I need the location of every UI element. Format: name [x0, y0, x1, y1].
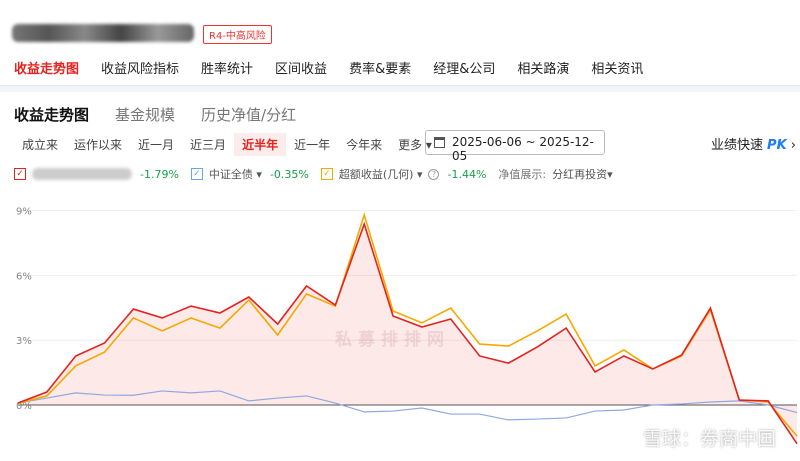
tab-4[interactable]: 费率&要素: [349, 58, 411, 88]
watermark: 雪球：券商中国: [642, 428, 776, 450]
tab-6[interactable]: 相关路演: [517, 58, 569, 88]
range-0[interactable]: 成立来: [14, 133, 66, 156]
nav-mode-dropdown[interactable]: 分红再投资▾: [552, 166, 613, 182]
watermark: 私募排排网: [335, 330, 450, 350]
range-2[interactable]: 近一月: [130, 133, 182, 156]
y-tick-label: 6%: [16, 271, 32, 282]
date-range: 2025-06-06 ~ 2025-12-05: [452, 135, 594, 163]
risk-badge: R4-中高风险: [203, 25, 272, 44]
range-selector: 成立来 运作以来 近一月 近三月 近半年 近一年 今年来 更多 ▾: [14, 133, 440, 156]
range-3[interactable]: 近三月: [182, 133, 234, 156]
calendar-icon: [434, 137, 445, 148]
fund-checkbox[interactable]: ✓: [14, 168, 26, 180]
subtab-1[interactable]: 基金规模: [115, 104, 175, 125]
sub-tabs: 收益走势图 基金规模 历史净值/分红: [14, 104, 322, 125]
fund-name-blurred: [32, 168, 132, 180]
help-icon[interactable]: ?: [428, 168, 440, 180]
tab-7[interactable]: 相关资讯: [591, 58, 643, 88]
y-tick-label: 9%: [16, 207, 32, 218]
benchmark-dropdown[interactable]: 中证全债 ▾: [209, 166, 262, 182]
divider: [0, 85, 800, 92]
excess-return: -1.44%: [447, 167, 487, 181]
range-5[interactable]: 近一年: [286, 133, 338, 156]
tab-2[interactable]: 胜率统计: [201, 58, 253, 88]
tab-0[interactable]: 收益走势图: [14, 58, 80, 88]
excess-dropdown[interactable]: 超额收益(几何) ▾: [339, 166, 423, 182]
tab-1[interactable]: 收益风险指标: [101, 58, 179, 88]
fund-name-blurred: [12, 24, 194, 42]
nav-label: 净值展示:: [498, 168, 547, 181]
excess-checkbox[interactable]: ✓: [320, 168, 333, 180]
subtab-2[interactable]: 历史净值/分红: [201, 104, 296, 125]
subtab-0[interactable]: 收益走势图: [14, 104, 89, 125]
benchmark-checkbox[interactable]: ✓: [190, 168, 203, 180]
main-tabs: 收益走势图 收益风险指标 胜率统计 区间收益 费率&要素 经理&公司 相关路演 相关资讯: [14, 58, 665, 88]
benchmark-return: -0.35%: [269, 167, 309, 181]
y-tick-label: 3%: [16, 336, 32, 347]
fund-return: -1.79%: [140, 167, 179, 181]
chart-legend: ✓ -1.79% ✓ 中证全债 ▾ -0.35% ✓ 超额收益(几何) ▾ ? …: [14, 166, 613, 182]
range-4[interactable]: 近半年: [234, 133, 287, 156]
tab-5[interactable]: 经理&公司: [433, 58, 495, 88]
pk-label: 业绩快速: [711, 138, 764, 153]
date-range-picker[interactable]: 2025-06-06 ~ 2025-12-05: [425, 130, 605, 163]
range-6[interactable]: 今年来: [338, 133, 390, 156]
pk-text: PK: [767, 138, 787, 153]
performance-pk-link[interactable]: 业绩快速 PK ›: [711, 134, 796, 153]
chevron-right-icon: ›: [790, 138, 796, 153]
tab-3[interactable]: 区间收益: [275, 58, 327, 88]
range-1[interactable]: 运作以来: [66, 133, 130, 156]
